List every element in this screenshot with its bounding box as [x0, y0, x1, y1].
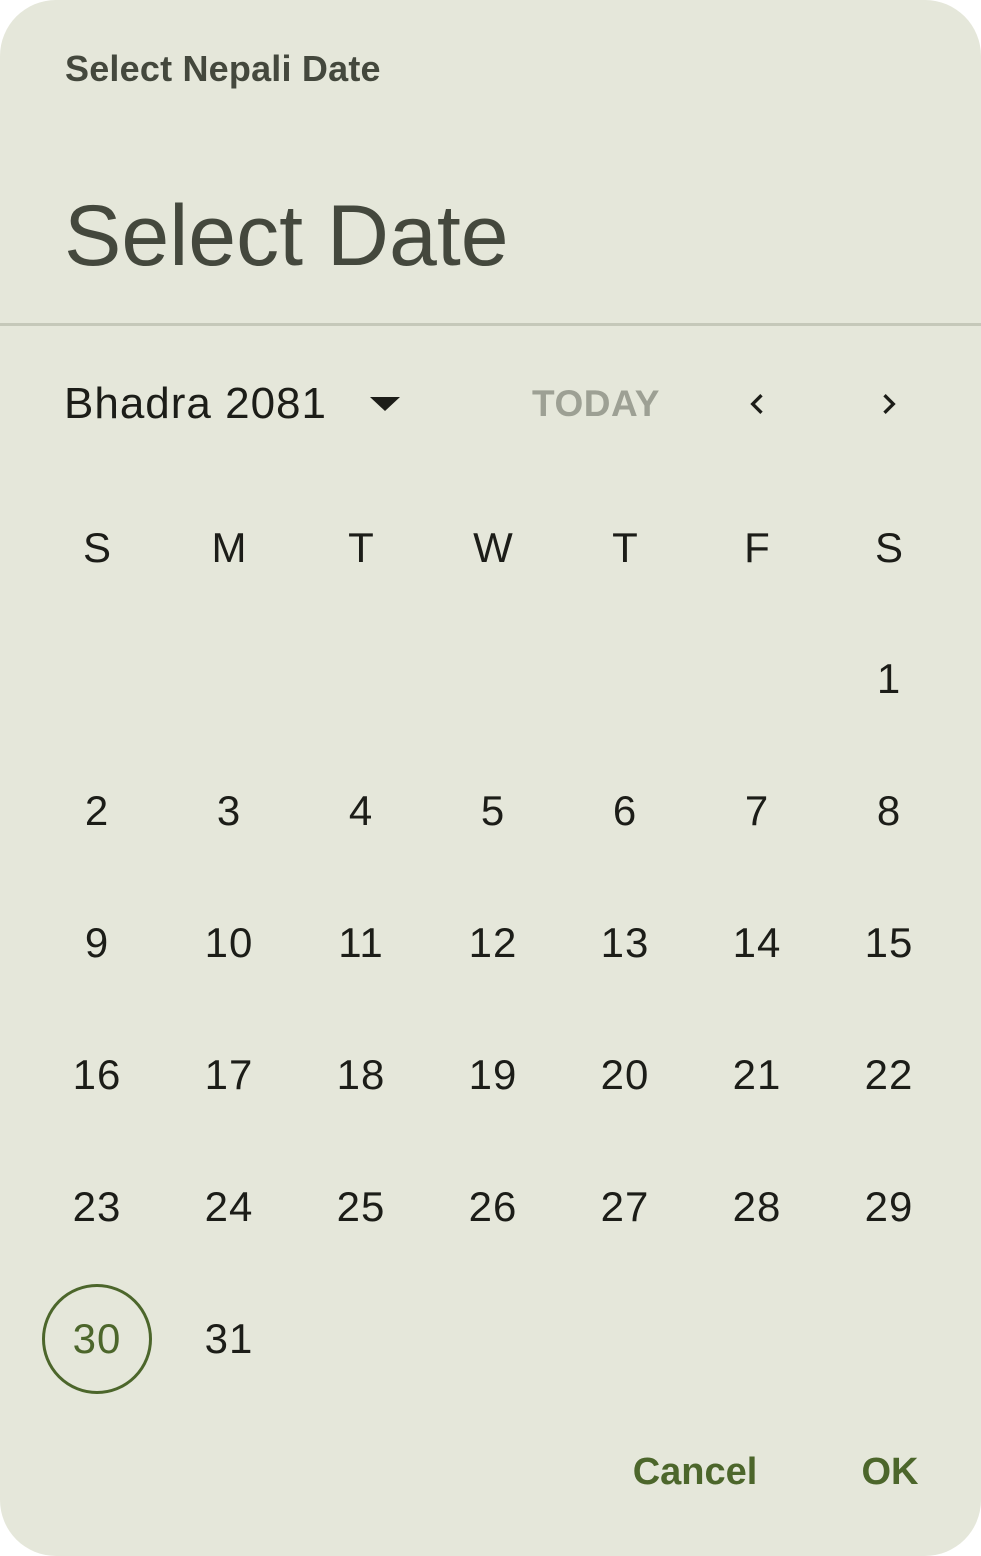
day-cell[interactable]: 10	[174, 888, 284, 998]
day-cell[interactable]: 5	[438, 756, 548, 866]
weekday-label: F	[744, 524, 770, 571]
day-cell[interactable]: 23	[42, 1152, 152, 1262]
day-cell[interactable]: 21	[702, 1020, 812, 1130]
day-cell[interactable]: 7	[702, 756, 812, 866]
day-cell[interactable]: 6	[570, 756, 680, 866]
weekday-label: T	[348, 524, 374, 571]
day-cell[interactable]: 11	[306, 888, 416, 998]
selected-date-title: Select Date	[64, 188, 509, 284]
day-cell[interactable]: 24	[174, 1152, 284, 1262]
day-cell[interactable]: 26	[438, 1152, 548, 1262]
cancel-button[interactable]: Cancel	[620, 1440, 770, 1504]
day-cell[interactable]: 1	[834, 624, 944, 734]
day-cell[interactable]: 15	[834, 888, 944, 998]
day-cell[interactable]: 3	[174, 756, 284, 866]
day-cell[interactable]: 16	[42, 1020, 152, 1130]
day-cell[interactable]: 19	[438, 1020, 548, 1130]
month-year-selector[interactable]: Bhadra 2081	[64, 372, 424, 436]
weekday-label: M	[211, 524, 247, 571]
weekday-label: T	[612, 524, 638, 571]
today-button[interactable]: TODAY	[520, 372, 672, 436]
day-cell[interactable]: 29	[834, 1152, 944, 1262]
ok-button[interactable]: OK	[845, 1440, 935, 1504]
day-cell[interactable]: 2	[42, 756, 152, 866]
header-divider	[0, 323, 981, 326]
arrow-drop-down-icon	[370, 397, 400, 411]
weekday-label: S	[874, 524, 903, 571]
day-cell[interactable]: 22	[834, 1020, 944, 1130]
month-year-label: Bhadra 2081	[64, 379, 327, 428]
previous-month-button[interactable]	[725, 372, 789, 436]
day-cell[interactable]: 14	[702, 888, 812, 998]
day-cell[interactable]: 18	[306, 1020, 416, 1130]
day-cell[interactable]: 13	[570, 888, 680, 998]
day-cell[interactable]: 25	[306, 1152, 416, 1262]
day-cell[interactable]: 4	[306, 756, 416, 866]
day-cell[interactable]: 20	[570, 1020, 680, 1130]
weekday-label: W	[473, 524, 513, 571]
day-cell[interactable]: 8	[834, 756, 944, 866]
next-month-button[interactable]	[857, 372, 921, 436]
dialog-headline: Select Nepali Date	[65, 48, 381, 89]
chevron-right-icon	[883, 394, 896, 414]
selected-day-cell[interactable]: 30	[42, 1284, 152, 1394]
day-cell[interactable]: 27	[570, 1152, 680, 1262]
date-picker-dialog: Select Nepali Date Select Date Bhadra 20…	[0, 0, 981, 1556]
chevron-left-icon	[750, 394, 763, 414]
day-cell[interactable]: 31	[174, 1284, 284, 1394]
day-cell[interactable]: 12	[438, 888, 548, 998]
weekday-label: S	[82, 524, 111, 571]
day-cell[interactable]: 28	[702, 1152, 812, 1262]
day-cell[interactable]: 9	[42, 888, 152, 998]
day-cell[interactable]: 17	[174, 1020, 284, 1130]
